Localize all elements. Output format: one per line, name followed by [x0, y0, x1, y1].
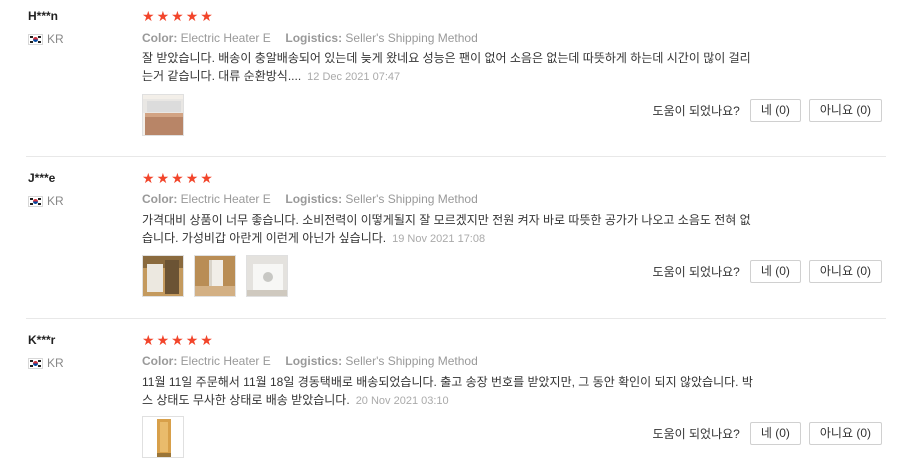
- helpful-yes-button[interactable]: 네 (0): [749, 99, 801, 122]
- helpful-yes-button[interactable]: 네 (0): [749, 422, 801, 445]
- review-divider: [26, 318, 886, 319]
- helpful-question: 도움이 되었나요?: [652, 265, 740, 279]
- logistics-value: Seller's Shipping Method: [345, 192, 478, 206]
- country-code: KR: [47, 32, 64, 46]
- review-text-line: 스 상태도 무사한 상태로 배송 받았습니다.: [142, 393, 350, 407]
- star-rating: ★ ★ ★ ★ ★: [142, 9, 213, 23]
- logistics-label: Logistics:: [285, 192, 343, 206]
- korea-flag-icon: [28, 357, 43, 369]
- helpful-question: 도움이 되었나요?: [652, 427, 740, 441]
- star-icon: ★: [171, 332, 184, 348]
- star-icon: ★: [200, 8, 213, 24]
- review-meta: Color: Electric Heater E Logistics: Sell…: [142, 31, 478, 45]
- logistics-value: Seller's Shipping Method: [345, 31, 478, 45]
- review-meta: Color: Electric Heater E Logistics: Sell…: [142, 354, 478, 368]
- helpful-section: 도움이 되었나요? 네 (0) 아니요 (0): [653, 99, 882, 122]
- review-photo-thumbnail[interactable]: [246, 255, 288, 297]
- helpful-section: 도움이 되었나요? 네 (0) 아니요 (0): [653, 260, 882, 283]
- star-rating: ★ ★ ★ ★ ★: [142, 333, 213, 347]
- review-text-line: 는거 같습니다. 대류 순환방식....: [142, 69, 302, 83]
- review-date: 19 Nov 2021 17:08: [392, 233, 486, 245]
- review-photos: [142, 416, 184, 458]
- review-content: 가격대비 상품이 너무 좋습니다. 소비전력이 이떻게될지 잘 모르겠지만 전원…: [142, 211, 790, 248]
- review-meta: Color: Electric Heater E Logistics: Sell…: [142, 192, 478, 206]
- helpful-question: 도움이 되었나요?: [652, 104, 740, 118]
- review-text-line: 잘 받았습니다. 배송이 충알배송되어 있는데 늦게 왔네요 성능은 팬이 없어…: [142, 51, 751, 65]
- star-icon: ★: [142, 332, 155, 348]
- review-photo-thumbnail[interactable]: [142, 255, 184, 297]
- helpful-no-button[interactable]: 아니요 (0): [808, 260, 882, 283]
- star-icon: ★: [185, 170, 199, 186]
- reviewer-country: KR: [28, 32, 64, 46]
- review-photo-thumbnail[interactable]: [142, 416, 184, 458]
- star-icon: ★: [171, 170, 184, 186]
- star-icon: ★: [142, 8, 155, 24]
- review-divider: [26, 156, 886, 157]
- star-icon: ★: [200, 332, 213, 348]
- review-photos: [142, 255, 288, 297]
- color-label: Color:: [142, 354, 178, 368]
- star-rating: ★ ★ ★ ★ ★: [142, 171, 213, 185]
- reviewer-country: KR: [28, 194, 64, 208]
- korea-flag-icon: [28, 195, 43, 207]
- heater-photo-image: [143, 256, 183, 296]
- star-icon: ★: [171, 8, 184, 24]
- star-icon: ★: [185, 332, 199, 348]
- color-value: Electric Heater E: [180, 354, 271, 368]
- heater-photo-image: [143, 417, 183, 457]
- helpful-yes-button[interactable]: 네 (0): [749, 260, 801, 283]
- logistics-label: Logistics:: [285, 31, 343, 45]
- review-photo-thumbnail[interactable]: [142, 94, 184, 136]
- reviewer-name: H***n: [28, 9, 59, 23]
- country-code: KR: [47, 356, 64, 370]
- color-label: Color:: [142, 192, 178, 206]
- review-photo-thumbnail[interactable]: [194, 255, 236, 297]
- star-icon: ★: [200, 170, 213, 186]
- review-photos: [142, 94, 184, 136]
- star-icon: ★: [156, 170, 170, 186]
- helpful-no-button[interactable]: 아니요 (0): [808, 99, 882, 122]
- star-icon: ★: [142, 170, 155, 186]
- heater-photo-image: [247, 256, 287, 296]
- review-text-line: 11월 11일 주문해서 11월 18일 경동택배로 배송되었습니다. 출고 송…: [142, 375, 753, 389]
- color-label: Color:: [142, 31, 178, 45]
- logistics-label: Logistics:: [285, 354, 343, 368]
- reviewer-country: KR: [28, 356, 64, 370]
- review-content: 잘 받았습니다. 배송이 충알배송되어 있는데 늦게 왔네요 성능은 팬이 없어…: [142, 49, 790, 86]
- review-text-line: 습니다. 가성비갑 아란게 이런게 아닌가 싶습니다.: [142, 231, 387, 245]
- logistics-value: Seller's Shipping Method: [345, 354, 478, 368]
- reviewer-name: J***e: [28, 171, 56, 185]
- heater-photo-image: [195, 256, 235, 296]
- star-icon: ★: [156, 332, 170, 348]
- review-content: 11월 11일 주문해서 11월 18일 경동택배로 배송되었습니다. 출고 송…: [142, 373, 790, 410]
- color-value: Electric Heater E: [180, 31, 271, 45]
- helpful-no-button[interactable]: 아니요 (0): [808, 422, 882, 445]
- review-date: 12 Dec 2021 07:47: [307, 71, 401, 83]
- country-code: KR: [47, 194, 64, 208]
- korea-flag-icon: [28, 33, 43, 45]
- review-date: 20 Nov 2021 03:10: [355, 395, 449, 407]
- heater-photo-image: [143, 95, 183, 135]
- reviewer-name: K***r: [28, 333, 56, 347]
- review-text-line: 가격대비 상품이 너무 좋습니다. 소비전력이 이떻게될지 잘 모르겠지만 전원…: [142, 213, 751, 227]
- star-icon: ★: [156, 8, 170, 24]
- star-icon: ★: [185, 8, 199, 24]
- helpful-section: 도움이 되었나요? 네 (0) 아니요 (0): [653, 422, 882, 445]
- color-value: Electric Heater E: [180, 192, 271, 206]
